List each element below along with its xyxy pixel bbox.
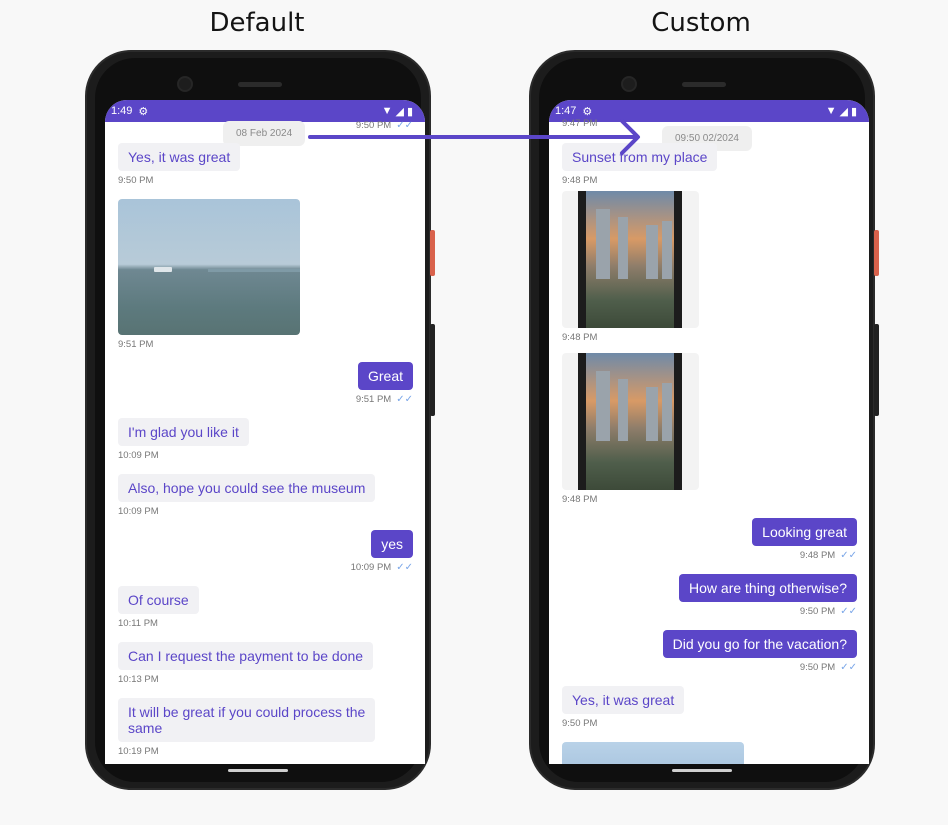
- message-time: 9:50 PM ✓✓: [799, 662, 857, 673]
- message-time: 9:48 PM: [562, 332, 598, 343]
- battery-icon: ▮: [850, 105, 857, 118]
- phone-custom: 1:47 ⚙ ▼ ◢ ▮ 9:47 PM 09:50 02/2024 Sunse…: [529, 50, 879, 790]
- message-incoming[interactable]: Yes, it was great 9:50 PM: [562, 686, 685, 729]
- message-incoming[interactable]: I'm glad you like it 10:09 PM: [118, 418, 249, 461]
- message-image-incoming[interactable]: 9:51 PM: [118, 199, 300, 350]
- double-check-icon: ✓✓: [840, 662, 857, 673]
- message-time: 9:48 PM: [562, 494, 598, 505]
- message-incoming[interactable]: Can I request the payment to be done 10:…: [118, 642, 374, 685]
- phone-bezel: 1:47 ⚙ ▼ ◢ ▮ 9:47 PM 09:50 02/2024 Sunse…: [539, 58, 869, 782]
- message-time-partial: 9:47 PM: [562, 118, 598, 129]
- sea-photo[interactable]: [118, 199, 300, 335]
- message-bubble[interactable]: Yes, it was great: [118, 143, 241, 171]
- phone-bezel: 1:49 ⚙ ▼ ◢ ▮ 08 Feb 2024 9:50 PM ✓✓ Yes,…: [95, 58, 425, 782]
- city-photo[interactable]: [562, 353, 699, 490]
- sky-photo[interactable]: [562, 742, 744, 764]
- phone-default: 1:49 ⚙ ▼ ◢ ▮ 08 Feb 2024 9:50 PM ✓✓ Yes,…: [85, 50, 435, 790]
- message-bubble[interactable]: Can I request the payment to be done: [118, 642, 374, 670]
- screen: 1:49 ⚙ ▼ ◢ ▮ 08 Feb 2024 9:50 PM ✓✓ Yes,…: [105, 100, 425, 764]
- double-check-icon: ✓✓: [840, 606, 857, 617]
- message-time: 10:13 PM: [118, 674, 159, 685]
- message-time: 9:51 PM: [118, 339, 154, 350]
- camera-icon: [621, 76, 637, 92]
- message-time: 10:09 PM ✓✓: [350, 562, 413, 573]
- message-bubble[interactable]: Great: [357, 362, 413, 390]
- message-outgoing[interactable]: Great 9:51 PM ✓✓: [356, 362, 413, 405]
- message-bubble[interactable]: yes: [371, 530, 413, 558]
- heading-custom: Custom: [651, 8, 751, 38]
- signal-icon: ◢: [839, 105, 848, 118]
- message-image-incoming[interactable]: 9:48 PM: [562, 191, 699, 343]
- message-incoming[interactable]: Yes, it was great 9:50 PM: [118, 143, 241, 186]
- message-time: 9:48 PM: [562, 175, 598, 186]
- message-time: 9:50 PM ✓✓: [355, 120, 413, 131]
- message-incoming[interactable]: Also, hope you could see the museum 10:0…: [118, 474, 376, 517]
- volume-button: [874, 324, 879, 416]
- message-time: 9:50 PM ✓✓: [799, 606, 857, 617]
- message-time: 9:51 PM ✓✓: [355, 394, 413, 405]
- message-list[interactable]: 08 Feb 2024 9:50 PM ✓✓ Yes, it was great …: [105, 120, 425, 764]
- camera-icon: [177, 76, 193, 92]
- message-bubble[interactable]: It will be great if you could process th…: [118, 698, 376, 742]
- message-incoming[interactable]: Of course 10:11 PM: [118, 586, 199, 629]
- message-bubble[interactable]: Looking great: [752, 518, 857, 546]
- message-outgoing: 9:50 PM ✓✓: [356, 116, 413, 131]
- message-time: 9:50 PM: [118, 175, 154, 186]
- status-time: 1:49: [111, 105, 133, 117]
- message-time: 9:48 PM ✓✓: [799, 550, 857, 561]
- message-bubble[interactable]: Of course: [118, 586, 199, 614]
- speaker-grille: [238, 82, 282, 87]
- message-bubble[interactable]: Did you go for the vacation?: [662, 630, 857, 658]
- message-bubble[interactable]: I'm glad you like it: [118, 418, 249, 446]
- double-check-icon: ✓✓: [396, 394, 413, 405]
- double-check-icon: ✓✓: [396, 562, 413, 573]
- message-image-partial[interactable]: [562, 742, 744, 764]
- city-photo[interactable]: [562, 191, 699, 328]
- wifi-icon: ▼: [825, 105, 837, 117]
- home-indicator[interactable]: [228, 769, 288, 772]
- message-outgoing[interactable]: Looking great 9:48 PM ✓✓: [752, 518, 857, 561]
- message-bubble[interactable]: Sunset from my place: [562, 143, 718, 171]
- message-incoming[interactable]: It will be great if you could process th…: [118, 698, 376, 757]
- speaker-grille: [682, 82, 726, 87]
- message-image-incoming[interactable]: 9:48 PM: [562, 353, 699, 505]
- volume-button: [430, 324, 435, 416]
- home-indicator[interactable]: [672, 769, 732, 772]
- message-outgoing[interactable]: yes 10:09 PM ✓✓: [351, 530, 413, 573]
- comparison-stage: Default Custom 1:49 ⚙ ▼ ◢ ▮ 08 Feb 2024 …: [0, 0, 948, 825]
- message-list[interactable]: 9:47 PM 09:50 02/2024 Sunset from my pla…: [549, 118, 869, 764]
- message-incoming[interactable]: Sunset from my place 9:48 PM: [562, 143, 718, 186]
- heading-default: Default: [209, 8, 305, 38]
- message-time: 10:19 PM: [118, 746, 159, 757]
- gear-icon: ⚙: [138, 105, 149, 118]
- message-outgoing[interactable]: How are thing otherwise? 9:50 PM ✓✓: [679, 574, 857, 617]
- message-time: 10:09 PM: [118, 506, 159, 517]
- double-check-icon: ✓✓: [396, 120, 413, 131]
- screen: 1:47 ⚙ ▼ ◢ ▮ 9:47 PM 09:50 02/2024 Sunse…: [549, 100, 869, 764]
- message-time: 10:11 PM: [118, 618, 158, 629]
- message-bubble[interactable]: Yes, it was great: [562, 686, 685, 714]
- power-button: [874, 230, 879, 276]
- message-bubble[interactable]: Also, hope you could see the museum: [118, 474, 376, 502]
- double-check-icon: ✓✓: [840, 550, 857, 561]
- message-time: 9:50 PM: [562, 718, 598, 729]
- message-time: 10:09 PM: [118, 450, 159, 461]
- message-bubble[interactable]: How are thing otherwise?: [679, 574, 857, 602]
- power-button: [430, 230, 435, 276]
- message-outgoing[interactable]: Did you go for the vacation? 9:50 PM ✓✓: [662, 630, 857, 673]
